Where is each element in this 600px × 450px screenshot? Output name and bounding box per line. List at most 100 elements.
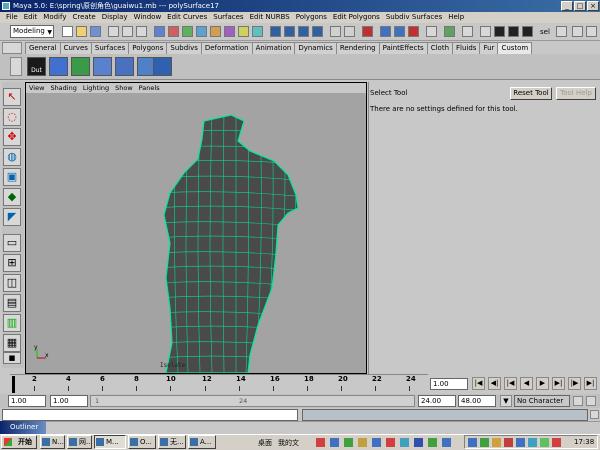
- tray-icon[interactable]: [504, 438, 513, 447]
- shelf-tool-icon[interactable]: [49, 57, 68, 76]
- quick-launch-icon[interactable]: [386, 438, 395, 447]
- snap-grid-icon[interactable]: [270, 26, 281, 37]
- tab-curves[interactable]: Curves: [59, 42, 92, 54]
- tab-painteffects[interactable]: PaintEffects: [378, 42, 428, 54]
- mask-deformations-icon[interactable]: [210, 26, 221, 37]
- taskbar-item[interactable]: O...: [128, 435, 156, 449]
- select-object-icon[interactable]: [122, 26, 133, 37]
- tray-icon[interactable]: [540, 438, 549, 447]
- shelf-options-icon[interactable]: [10, 57, 22, 76]
- character-set-menu-icon[interactable]: ▼: [500, 395, 512, 407]
- menu-polygons[interactable]: Polygons: [296, 12, 327, 23]
- mask-curves-icon[interactable]: [182, 26, 193, 37]
- channel-box-toggle-icon[interactable]: [444, 26, 455, 37]
- go-to-end-icon[interactable]: ▶|: [584, 377, 597, 390]
- mask-joints-icon[interactable]: [168, 26, 179, 37]
- panel-menu-view[interactable]: View: [29, 83, 44, 93]
- snap-curve-icon[interactable]: [284, 26, 295, 37]
- quick-launch-icon[interactable]: [358, 438, 367, 447]
- select-by-name-field[interactable]: [556, 26, 567, 37]
- my-documents-label[interactable]: 我的文: [278, 438, 299, 448]
- animation-preferences-icon[interactable]: [586, 396, 596, 406]
- taskbar-item[interactable]: 无...: [158, 435, 186, 449]
- clapboard-icon[interactable]: [494, 26, 505, 37]
- tab-polygons[interactable]: Polygons: [128, 42, 168, 54]
- taskbar-item-active[interactable]: M...: [94, 435, 126, 449]
- save-scene-icon[interactable]: [90, 26, 101, 37]
- menu-create[interactable]: Create: [72, 12, 95, 23]
- quick-launch-icon[interactable]: [428, 438, 437, 447]
- new-scene-icon[interactable]: [62, 26, 73, 37]
- history-input-icon[interactable]: [330, 26, 341, 37]
- desktop-toolbar-label[interactable]: 桌面: [258, 438, 272, 448]
- tab-rendering[interactable]: Rendering: [335, 42, 380, 54]
- clapboard-icon[interactable]: [522, 26, 533, 37]
- tab-dynamics[interactable]: Dynamics: [294, 42, 337, 54]
- quick-launch-icon[interactable]: [372, 438, 381, 447]
- snap-view-plane-icon[interactable]: [312, 26, 323, 37]
- start-button[interactable]: 开始: [1, 435, 37, 449]
- menu-display[interactable]: Display: [102, 12, 128, 23]
- menu-subdiv-surfaces[interactable]: Subdiv Surfaces: [386, 12, 442, 23]
- go-to-start-icon[interactable]: |◀: [472, 377, 485, 390]
- time-slider[interactable]: [10, 374, 428, 393]
- panel-menu-show[interactable]: Show: [115, 83, 133, 93]
- quick-launch-icon[interactable]: [442, 438, 451, 447]
- quick-launch-icon[interactable]: [330, 438, 339, 447]
- persp-graph-layout-icon[interactable]: ▥: [3, 314, 21, 332]
- select-component-icon[interactable]: [136, 26, 147, 37]
- tab-general[interactable]: General: [25, 42, 61, 54]
- shelf-menu-icon[interactable]: [2, 42, 22, 54]
- single-pane-layout-icon[interactable]: ▭: [3, 234, 21, 252]
- panel-menu-lighting[interactable]: Lighting: [83, 83, 109, 93]
- move-tool-icon[interactable]: ✥: [3, 128, 21, 146]
- persp-outliner-layout-icon[interactable]: ▤: [3, 294, 21, 312]
- menu-modify[interactable]: Modify: [43, 12, 66, 23]
- toggle-layout-icon[interactable]: [586, 26, 597, 37]
- hypershade-layout-icon[interactable]: ▦: [3, 334, 21, 352]
- tab-cloth[interactable]: Cloth: [426, 42, 454, 54]
- playback-end-field[interactable]: 24.00: [418, 395, 456, 407]
- shelf-tool-icon[interactable]: [71, 57, 90, 76]
- taskbar-item[interactable]: 网...: [67, 435, 92, 449]
- history-output-icon[interactable]: [344, 26, 355, 37]
- render-current-frame-icon[interactable]: [380, 26, 391, 37]
- playback-start-field[interactable]: 1.00: [50, 395, 88, 407]
- character-set-field[interactable]: No Character Set: [514, 395, 570, 415]
- shelf-item-dut[interactable]: Dut: [27, 57, 46, 76]
- clapboard-icon[interactable]: [508, 26, 519, 37]
- tray-icon[interactable]: [468, 438, 477, 447]
- script-editor-icon[interactable]: [590, 410, 599, 419]
- menu-edit[interactable]: Edit: [24, 12, 38, 23]
- last-tool-icon[interactable]: ◤: [3, 208, 21, 226]
- magnet-icon[interactable]: [426, 26, 437, 37]
- current-time-marker[interactable]: [12, 376, 15, 393]
- taskbar-item[interactable]: N...: [40, 435, 65, 449]
- close-button[interactable]: ×: [587, 1, 599, 11]
- word-icon[interactable]: [414, 438, 423, 447]
- tool-settings-toggle-icon[interactable]: [480, 26, 491, 37]
- tab-surfaces[interactable]: Surfaces: [90, 42, 130, 54]
- step-back-icon[interactable]: ◀|: [488, 377, 501, 390]
- select-hierarchy-icon[interactable]: [108, 26, 119, 37]
- snap-point-icon[interactable]: [298, 26, 309, 37]
- menu-window[interactable]: Window: [134, 12, 162, 23]
- menu-help[interactable]: Help: [448, 12, 464, 23]
- quick-launch-icon[interactable]: [344, 438, 353, 447]
- mel-command-input[interactable]: [2, 409, 298, 421]
- ipr-render-icon[interactable]: [394, 26, 405, 37]
- perspective-viewport[interactable]: [26, 93, 366, 373]
- mask-handles-icon[interactable]: [154, 26, 165, 37]
- tab-fluids[interactable]: Fluids: [452, 42, 481, 54]
- play-backward-icon[interactable]: ◀: [520, 377, 533, 390]
- reset-tool-button[interactable]: Reset Tool: [510, 87, 552, 100]
- quick-launch-icon[interactable]: [400, 438, 409, 447]
- layout-menu-icon[interactable]: ▪: [3, 352, 21, 364]
- auto-key-icon[interactable]: [573, 396, 583, 406]
- four-pane-layout-icon[interactable]: ⊞: [3, 254, 21, 272]
- step-forward-icon[interactable]: |▶: [568, 377, 581, 390]
- tool-help-button[interactable]: Tool Help: [556, 87, 596, 100]
- step-back-key-icon[interactable]: |◀: [504, 377, 517, 390]
- tray-icon[interactable]: [480, 438, 489, 447]
- toggle-sidebar-icon[interactable]: [572, 26, 583, 37]
